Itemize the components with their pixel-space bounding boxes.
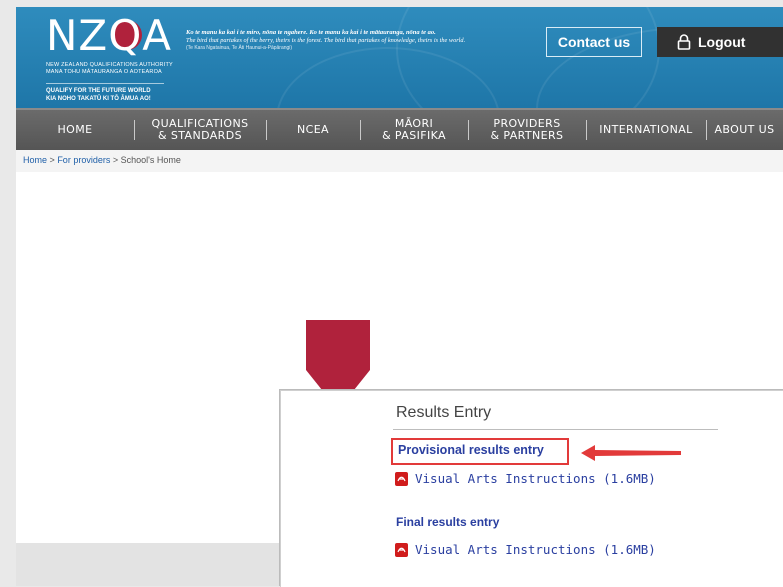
breadcrumb: Home > For providers > School's Home: [23, 155, 181, 165]
nav-qualifications-standards[interactable]: QUALIFICATIONS & STANDARDS: [134, 110, 266, 150]
nav-maori-pasifika[interactable]: MĀORI & PASIFIKA: [360, 110, 468, 150]
org-name-maori: MANA TOHU MĀTAURANGA O AOTEAROA: [46, 69, 162, 75]
pdf-icon: [395, 471, 408, 486]
bottom-strip: [16, 543, 280, 586]
nav-home[interactable]: HOME: [16, 110, 134, 150]
results-entry-title: Results Entry: [396, 404, 492, 421]
breadcrumb-separator: >: [112, 155, 119, 165]
logout-label: Logout: [698, 34, 746, 50]
nav-ncea[interactable]: NCEA: [266, 110, 360, 150]
nav-about-us[interactable]: ABOUT US: [706, 110, 783, 150]
slogan-english: QUALIFY FOR THE FUTURE WORLD: [46, 88, 151, 94]
pdf-link-label: Visual Arts Instructions (1.6MB): [415, 471, 656, 486]
breadcrumb-home[interactable]: Home: [23, 155, 47, 165]
logo-divider: [46, 83, 164, 84]
pdf-icon: [395, 542, 408, 557]
breadcrumb-current: School's Home: [120, 155, 181, 165]
slogan-maori: KIA NOHO TAKATŪ KI TŌ ĀMUA AO!: [46, 96, 151, 102]
header-proverb: Ko te manu ka kai i te miro, nōna te nga…: [186, 29, 556, 52]
contact-us-button[interactable]: Contact us: [546, 27, 642, 57]
breadcrumb-separator: >: [49, 155, 55, 165]
provisional-results-entry-link[interactable]: Provisional results entry: [398, 443, 544, 457]
main-nav: HOME QUALIFICATIONS & STANDARDS NCEA MĀOR…: [16, 108, 783, 150]
results-entry-panel: Results Entry Provisional results entry …: [280, 390, 783, 587]
site-header: NZ QA NEW ZEALAND QUALIFICATIONS AUTHORIT…: [16, 7, 783, 108]
left-arrow-icon: [581, 445, 681, 461]
nzqa-logo[interactable]: NZ QA: [46, 13, 172, 59]
nav-providers-partners[interactable]: PROVIDERS & PARTNERS: [468, 110, 586, 150]
proverb-english: The bird that partakes of the berry, the…: [186, 37, 466, 44]
logout-button[interactable]: Logout: [657, 27, 783, 57]
title-divider: [393, 429, 718, 430]
logo-text: NZ: [46, 11, 109, 60]
proverb-maori: Ko te manu ka kai i te miro, nōna te nga…: [186, 29, 436, 36]
provisional-pdf-link[interactable]: Visual Arts Instructions (1.6MB): [395, 471, 656, 486]
nav-international[interactable]: INTERNATIONAL: [586, 110, 706, 150]
logo-suffix: A: [142, 11, 172, 60]
final-results-entry-link[interactable]: Final results entry: [396, 515, 499, 529]
breadcrumb-for-providers[interactable]: For providers: [57, 155, 110, 165]
pdf-link-label: Visual Arts Instructions (1.6MB): [415, 542, 656, 557]
proverb-attribution: (Te Kara Ngatainua, Te Āti Haunui-a-Pāpā…: [186, 45, 293, 51]
org-name-english: NEW ZEALAND QUALIFICATIONS AUTHORITY: [46, 62, 173, 68]
final-pdf-link[interactable]: Visual Arts Instructions (1.6MB): [395, 542, 656, 557]
logo-q-emblem: Q: [108, 11, 143, 60]
lock-icon: [677, 34, 691, 50]
